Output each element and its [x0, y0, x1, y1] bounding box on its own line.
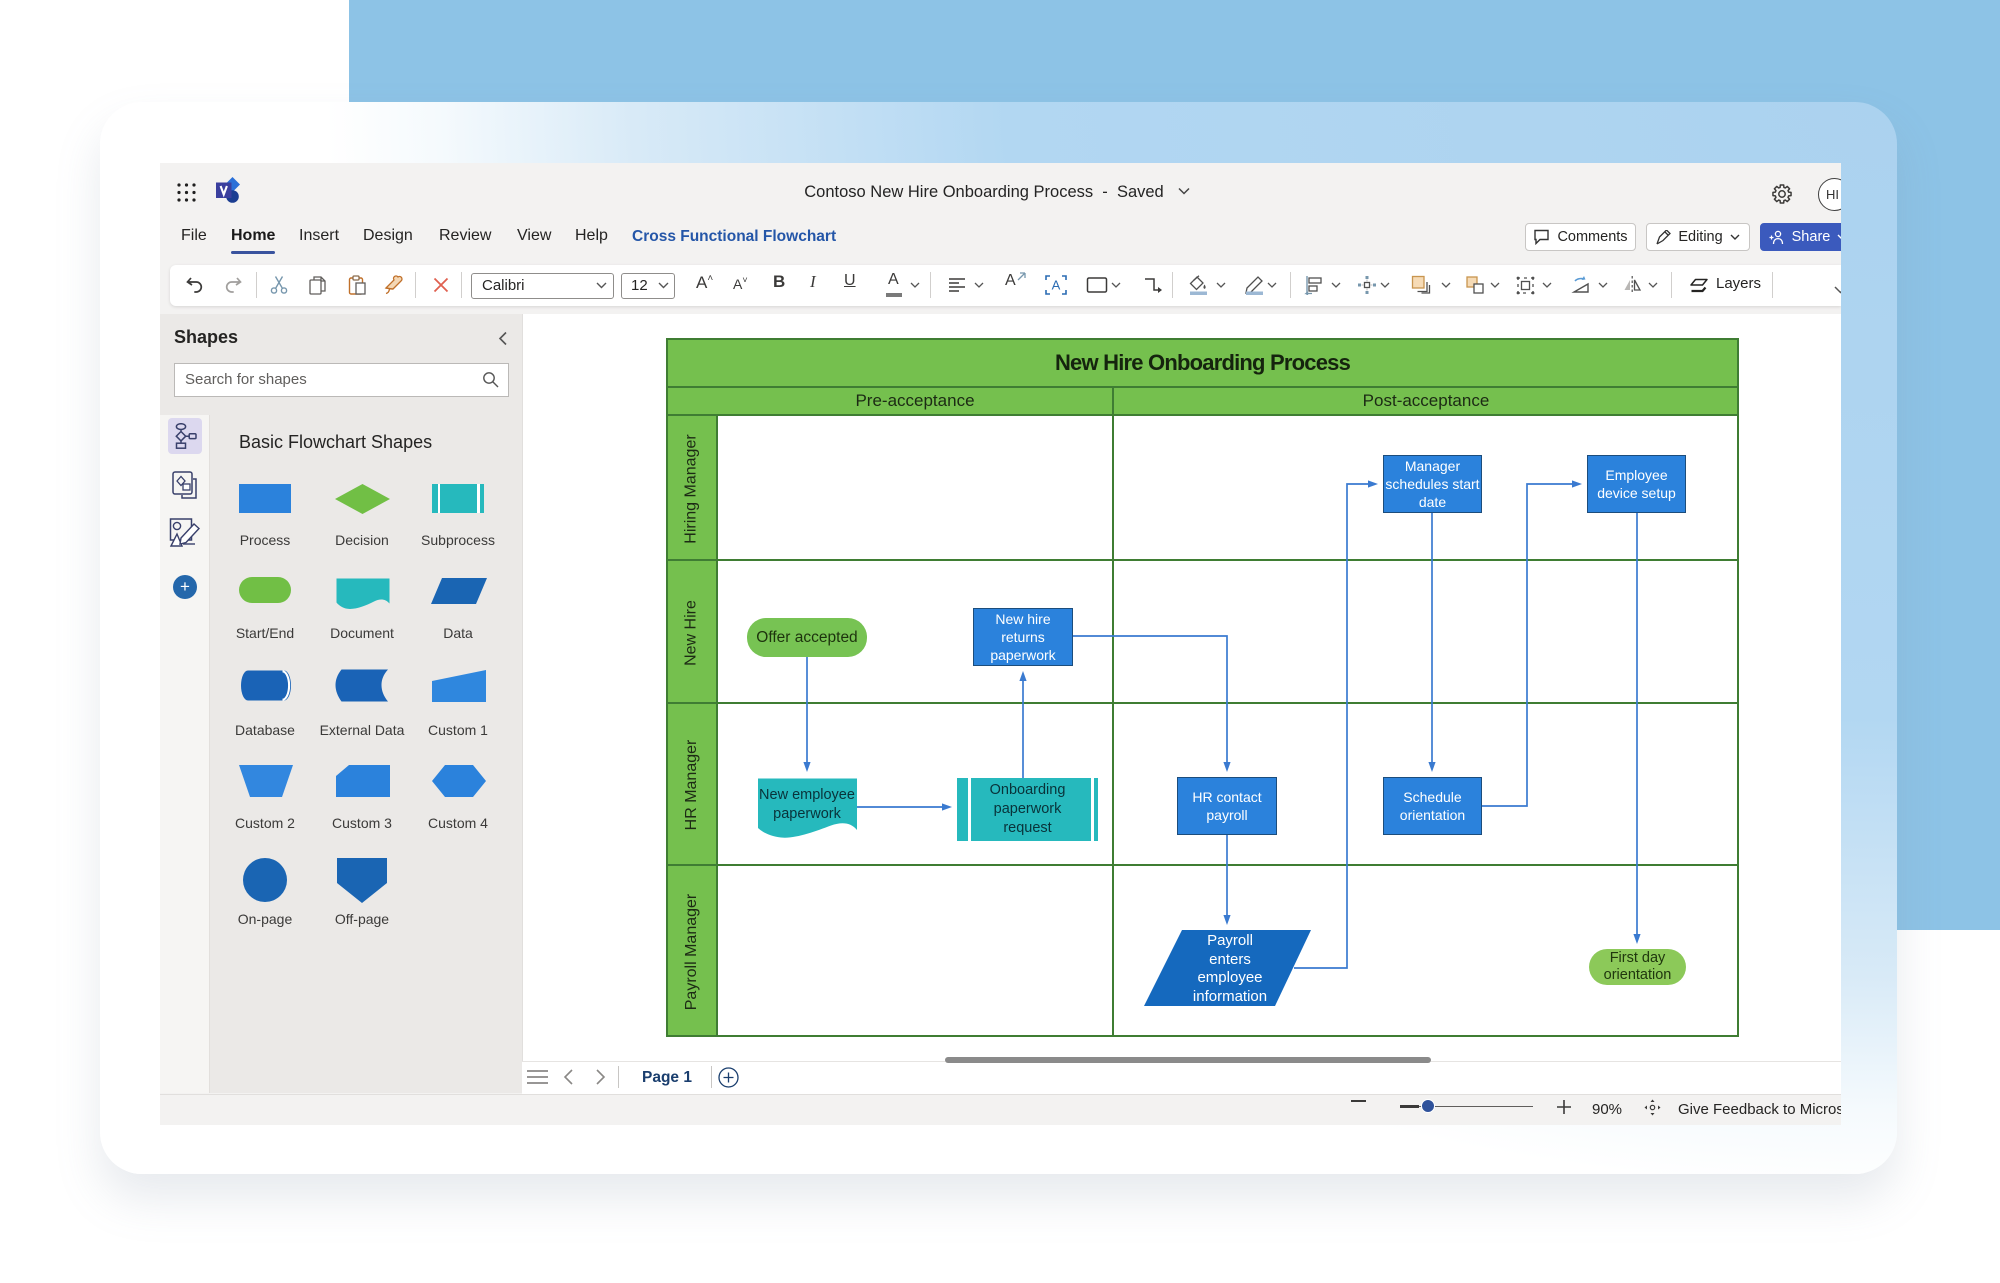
- svg-text:A: A: [1052, 278, 1061, 293]
